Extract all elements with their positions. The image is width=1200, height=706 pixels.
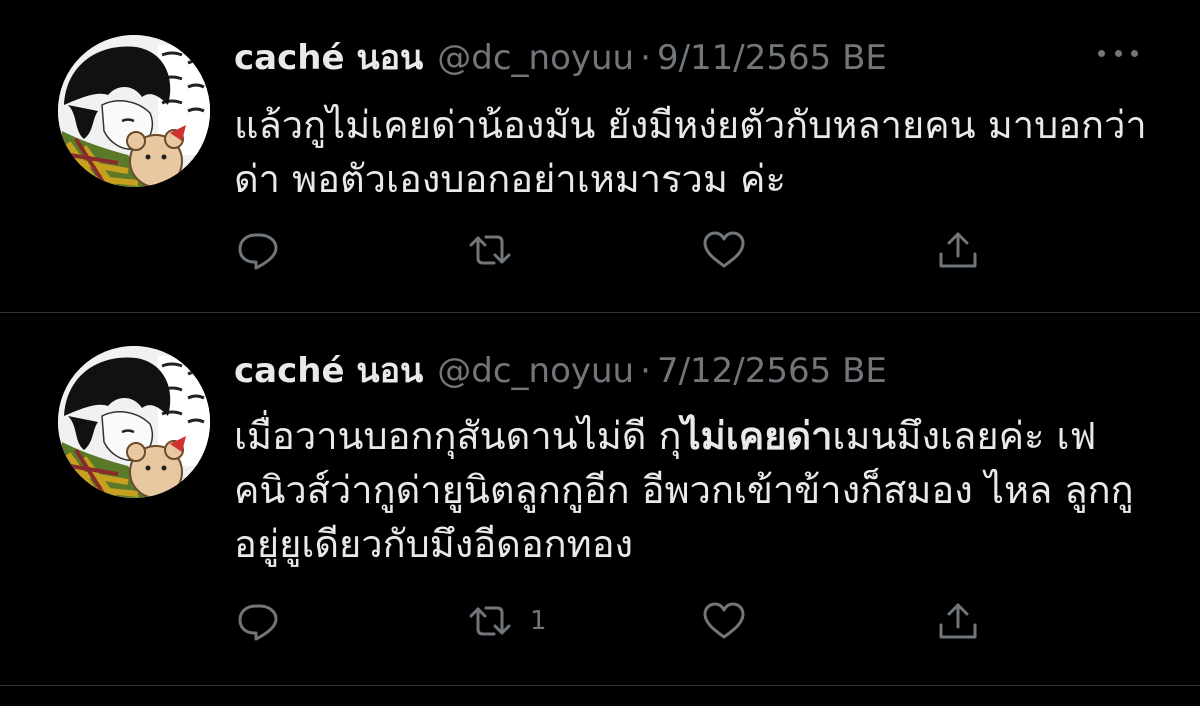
share-icon [939,603,977,639]
tweet-header: caché นอน @dc_noyuu · 7/12/2565 BE [234,349,887,393]
tweet-date[interactable]: 9/11/2565 BE [657,36,887,80]
retweet-count: 1 [530,606,547,636]
avatar-image [58,346,210,498]
user-handle[interactable]: @dc_noyuu [437,36,634,80]
avatar[interactable] [58,35,210,187]
display-name[interactable]: caché นอน [234,349,423,393]
tweet-text: แล้วกูไม่เคยด่าน้องมัน ยังมีหง่ยตัวกับหล… [234,98,1164,206]
retweet-icon [469,235,511,265]
tweet[interactable]: caché นอน @dc_noyuu · 9/11/2565 BE แล้วก… [0,0,1200,312]
user-handle[interactable]: @dc_noyuu [437,349,634,393]
share-icon [939,232,977,268]
tweet-text: เมื่อวานบอกกุสันดานไม่ดี กุไม่เคยด่าเมนม… [234,409,1164,571]
reply-icon [238,233,278,270]
tweet-text-highlight: ไม่เคยด่า [681,414,833,458]
tweet-date[interactable]: 7/12/2565 BE [657,349,887,393]
share-button[interactable] [936,230,980,270]
retweet-button[interactable] [468,230,530,270]
separator-dot: · [640,351,651,391]
tweet-divider [0,685,1200,686]
reply-icon [238,604,278,641]
like-icon [703,231,745,268]
reply-button[interactable] [236,601,298,641]
more-icon[interactable] [1098,40,1138,66]
tweet-header: caché นอน @dc_noyuu · 9/11/2565 BE [234,36,887,80]
like-button[interactable] [702,601,764,641]
tweet[interactable]: caché นอน @dc_noyuu · 7/12/2565 BE เมื่อ… [0,313,1200,685]
separator-dot: · [640,38,651,78]
like-button[interactable] [702,230,764,270]
retweet-icon [469,606,511,636]
tweet-text-part: เมื่อวานบอกกุสันดานไม่ดี กุ [234,414,682,458]
avatar[interactable] [58,346,210,498]
display-name[interactable]: caché นอน [234,36,423,80]
share-button[interactable] [936,601,980,641]
tweet-actions: 1 [236,601,996,641]
retweet-button[interactable]: 1 [468,601,547,641]
tweet-actions [236,230,996,270]
tweet-text-part: แล้วกูไม่เคยด่าน้องมัน ยังมีหง่ยตัวกับหล… [234,103,1147,201]
avatar-image [58,35,210,187]
reply-button[interactable] [236,230,298,270]
like-icon [703,602,745,639]
